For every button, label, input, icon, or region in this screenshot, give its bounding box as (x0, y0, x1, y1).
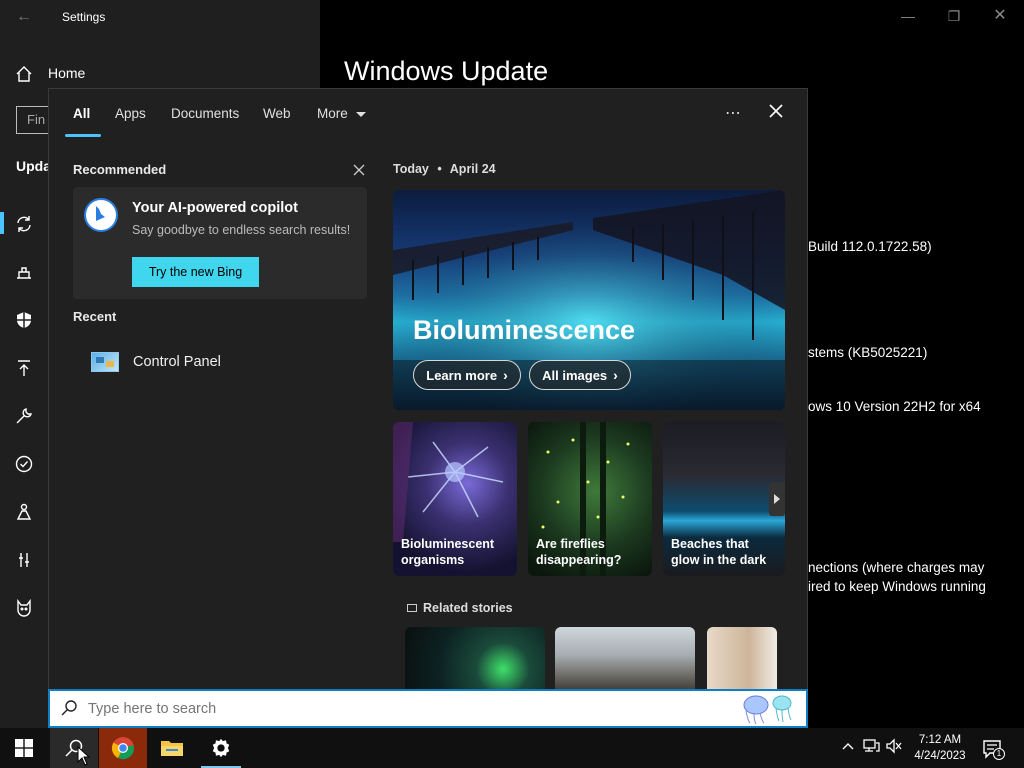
caret-right-icon (774, 494, 780, 504)
related-label: Related stories (423, 601, 513, 615)
today-header: Today • April 24 (393, 162, 496, 176)
bg-text-line: ows 10 Version 22H2 for x64 (808, 399, 981, 414)
tile-glowing-beaches[interactable]: Beaches that glow in the dark (663, 422, 785, 576)
tab-more-label: More (317, 106, 348, 121)
close-icon[interactable] (766, 101, 786, 121)
bing-logo-icon (83, 197, 119, 233)
recent-item-label: Control Panel (133, 354, 221, 370)
today-label: Today (393, 162, 429, 176)
section-heading: Upda (16, 158, 51, 174)
bg-text-line: Build 112.0.1722.58) (808, 239, 932, 254)
related-stories-header: Related stories (407, 601, 513, 615)
sidebar-home[interactable]: Home (48, 65, 85, 81)
upload-icon[interactable] (14, 358, 34, 378)
try-bing-button[interactable]: Try the new Bing (132, 257, 259, 287)
chrome-icon (111, 737, 134, 760)
hero-card[interactable]: Bioluminescence Learn more › All images … (393, 190, 785, 410)
tile-fireflies[interactable]: Are fireflies disappearing? (528, 422, 652, 576)
recommended-label: Recommended (73, 162, 167, 177)
chevron-down-icon (355, 111, 366, 117)
search-icon (60, 699, 78, 717)
restore-icon[interactable]: ❐ (944, 6, 964, 26)
story-card[interactable] (555, 627, 695, 690)
today-date: April 24 (449, 162, 496, 176)
cat-icon[interactable] (14, 598, 34, 618)
cursor-arrow-icon (77, 746, 91, 766)
page-title: Windows Update (344, 56, 549, 86)
search-panel: All Apps Documents Web More ⋯ Recommende… (48, 88, 808, 690)
hero-title: Bioluminescence (413, 315, 636, 345)
taskbar-chrome[interactable] (99, 728, 147, 768)
minimize-icon[interactable]: — (898, 6, 918, 26)
recent-label: Recent (73, 309, 117, 324)
bg-text-line: nections (where charges may (808, 560, 985, 575)
copilot-title: Your AI-powered copilot (132, 200, 298, 216)
delivery-icon[interactable] (14, 262, 34, 282)
close-window-icon[interactable]: ✕ (990, 6, 1010, 26)
notification-badge: 1 (993, 748, 1005, 760)
story-card[interactable] (405, 627, 545, 690)
tile-label: Bioluminescent organisms (401, 537, 495, 567)
back-arrow-icon[interactable]: ← (16, 8, 32, 26)
dot-separator: • (437, 162, 442, 176)
clock-time: 7:12 AM (918, 734, 962, 746)
tab-documents[interactable]: Documents (171, 106, 239, 121)
bg-text-line: stems (KB5025221) (808, 345, 928, 360)
learn-more-label: Learn more (426, 367, 498, 383)
taskbar-settings[interactable] (197, 728, 245, 768)
all-images-label: All images (542, 367, 608, 383)
news-icon (407, 604, 417, 612)
home-icon (14, 64, 34, 84)
bg-text-line: ired to keep Windows running (808, 579, 986, 594)
network-icon[interactable] (861, 738, 881, 758)
active-indicator (0, 212, 4, 234)
tab-apps[interactable]: Apps (115, 106, 146, 121)
tab-all[interactable]: All (73, 106, 90, 121)
folder-icon (161, 741, 183, 756)
clock-date: 4/24/2023 (914, 750, 966, 762)
story-card[interactable] (707, 627, 777, 690)
scroll-right-button[interactable] (769, 482, 785, 516)
start-button[interactable] (0, 728, 48, 768)
action-center-button[interactable]: 1 (982, 738, 1005, 760)
recent-item-control-panel[interactable]: Control Panel (89, 347, 359, 377)
tile-bioluminescent-organisms[interactable]: Bioluminescent organisms (393, 422, 517, 576)
all-images-button[interactable]: All images › (529, 360, 631, 390)
developer-icon[interactable] (14, 550, 34, 570)
chevron-right-icon: › (503, 367, 508, 383)
ellipsis-icon[interactable]: ⋯ (725, 103, 742, 123)
wrench-icon[interactable] (14, 406, 34, 426)
control-panel-icon (91, 352, 119, 372)
gear-icon (212, 738, 230, 758)
learn-more-button[interactable]: Learn more › (413, 360, 521, 390)
chevron-up-icon[interactable] (838, 738, 858, 758)
sync-icon[interactable] (14, 214, 34, 234)
taskbar: 7:12 AM 4/24/2023 1 (0, 728, 1024, 768)
chevron-right-icon: › (613, 367, 618, 383)
check-circle-icon[interactable] (14, 454, 34, 474)
taskbar-file-explorer[interactable] (148, 728, 196, 768)
windows-logo-icon (15, 739, 33, 757)
settings-title: Settings (62, 10, 106, 24)
tab-indicator (65, 134, 101, 137)
dismiss-recommended-icon[interactable] (352, 163, 366, 177)
clock[interactable]: 7:12 AM 4/24/2023 (912, 732, 968, 764)
copilot-card[interactable]: Your AI-powered copilot Say goodbye to e… (73, 187, 367, 299)
search-box[interactable] (48, 689, 808, 728)
tile-label: Are fireflies disappearing? (536, 537, 622, 567)
shield-icon[interactable] (14, 310, 34, 330)
tab-web[interactable]: Web (263, 106, 291, 121)
speaker-muted-icon[interactable] (884, 738, 904, 758)
tab-more[interactable]: More (317, 106, 366, 121)
search-input[interactable] (88, 699, 708, 719)
jellyfish-icon (736, 693, 802, 725)
tile-label: Beaches that glow in the dark (671, 537, 767, 567)
person-location-icon[interactable] (14, 502, 34, 522)
copilot-subtitle: Say goodbye to endless search results! (132, 223, 351, 237)
